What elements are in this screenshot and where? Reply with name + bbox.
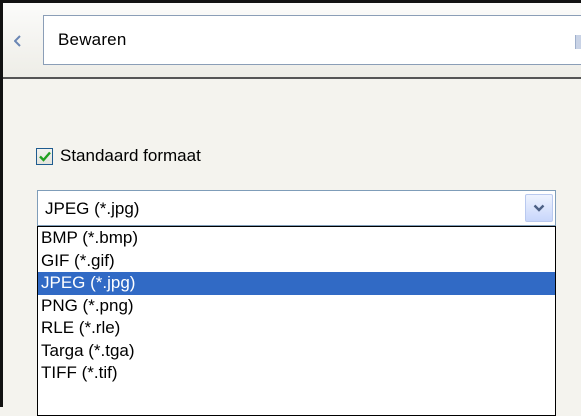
format-option-png[interactable]: PNG (*.png) bbox=[38, 295, 555, 318]
format-option-gif[interactable]: GIF (*.gif) bbox=[38, 250, 555, 273]
nav-left-button[interactable] bbox=[8, 23, 28, 59]
header-bar: Bewaren bbox=[3, 3, 581, 79]
standard-format-label: Standaard formaat bbox=[60, 146, 201, 165]
format-option-rle[interactable]: RLE (*.rle) bbox=[38, 317, 555, 340]
format-select-button[interactable] bbox=[525, 194, 553, 222]
standard-format-checkbox[interactable] bbox=[36, 147, 53, 165]
format-select-value: JPEG (*.jpg) bbox=[45, 199, 140, 218]
chevron-down-icon bbox=[533, 204, 545, 212]
standard-format-option[interactable]: Standaard formaat bbox=[36, 145, 201, 167]
nav-right-button[interactable] bbox=[575, 35, 581, 49]
chevron-left-icon bbox=[14, 35, 21, 47]
format-dropdown-list[interactable]: BMP (*.bmp) GIF (*.gif) JPEG (*.jpg) PNG… bbox=[37, 226, 556, 416]
format-option-jpeg[interactable]: JPEG (*.jpg) bbox=[38, 272, 555, 295]
format-option-tiff[interactable]: TIFF (*.tif) bbox=[38, 362, 555, 385]
format-option-targa[interactable]: Targa (*.tga) bbox=[38, 340, 555, 363]
page-title: Bewaren bbox=[58, 30, 127, 49]
checkmark-icon bbox=[38, 151, 51, 162]
format-option-bmp[interactable]: BMP (*.bmp) bbox=[38, 227, 555, 250]
title-field[interactable]: Bewaren bbox=[43, 15, 581, 65]
format-select[interactable]: JPEG (*.jpg) bbox=[37, 190, 556, 226]
